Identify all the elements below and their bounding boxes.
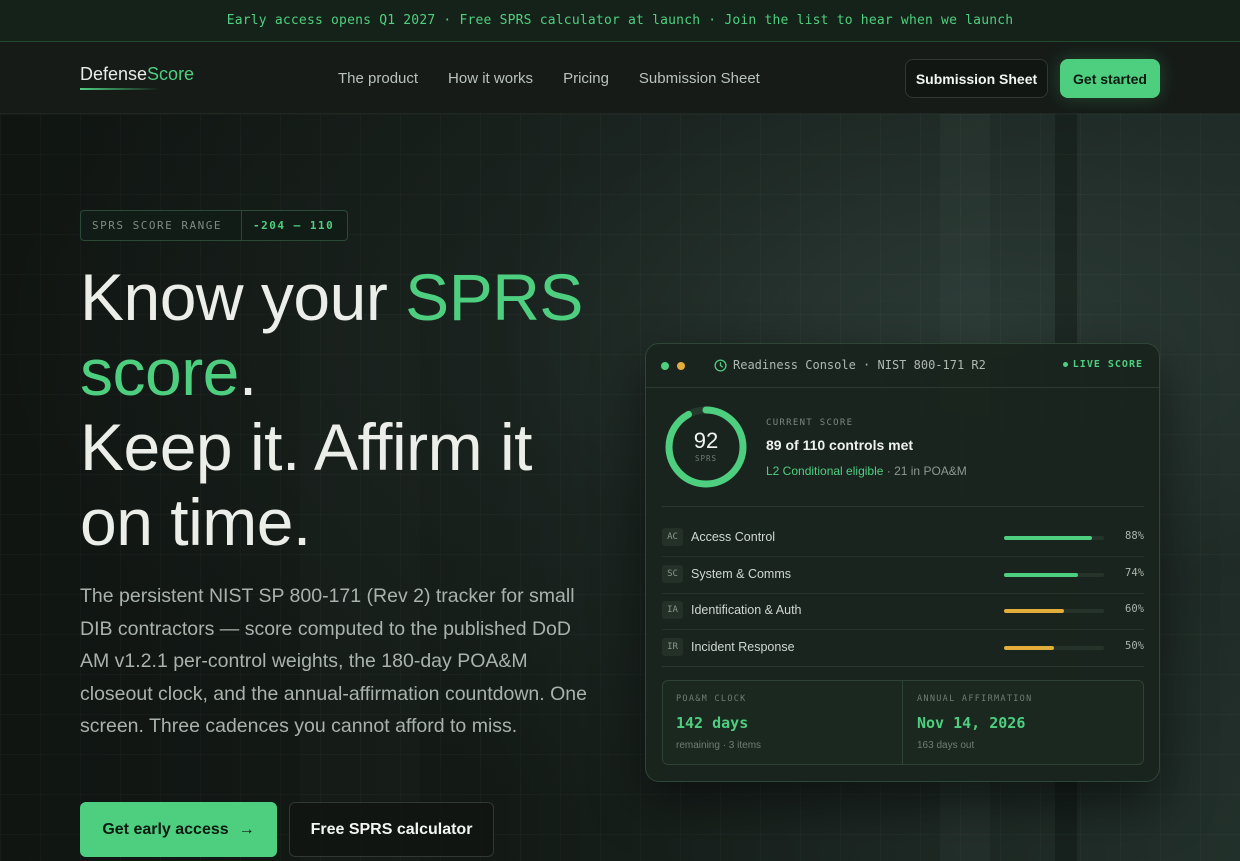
control-percent: 88% [1125,530,1144,542]
score-unit: SPRS [694,454,718,463]
progress-track [1004,646,1104,651]
control-family-tag: AC [662,528,683,546]
headline-highlight: SPRS [405,260,583,334]
annual-affirmation: ANNUAL AFFIRMATION Nov 14, 2026 163 days… [904,681,1144,764]
control-family-tag: SC [662,564,683,583]
get-started-button[interactable]: Get started [1060,59,1160,98]
affirmation-label: ANNUAL AFFIRMATION [917,694,1033,704]
chip-value: -204 – 110 [253,219,335,232]
progress-track [1004,536,1104,540]
divider [662,506,1144,507]
live-score-label: LIVE SCORE [1072,359,1143,370]
control-family-tag: IR [662,638,683,657]
status-dot-green-icon [661,362,669,370]
control-row: IA Identification & Auth 60% [662,593,1144,629]
control-row: AC Access Control 88% [662,520,1144,556]
nav-link-how-it-works[interactable]: How it works [448,70,533,87]
console-title: Readiness Console · NIST 800-171 R2 [714,358,986,372]
current-score-value: 89 of 110 controls met [766,437,914,453]
control-percent: 74% [1125,566,1144,579]
affirmation-sub: 163 days out [917,740,975,751]
control-family-name: Identification & Auth [691,603,802,618]
logo-accent: Score [147,64,195,84]
console-header: Readiness Console · NIST 800-171 R2 LIVE… [646,344,1159,388]
score-ring: 92 SPRS [663,404,749,490]
progress-fill [1004,609,1064,614]
hero-headline: Know your SPRS score. Keep it. Affirm it… [80,260,640,560]
clock-stats: POA&M CLOCK 142 days remaining · 3 items… [662,680,1144,765]
headline-part: . [238,335,257,409]
get-early-access-button[interactable]: Get early access → [80,802,277,857]
progress-fill [1004,536,1092,540]
headline-highlight: score [80,335,239,409]
progress-track [1004,609,1104,614]
score-value: 92 [693,428,719,453]
progress-fill [1004,646,1054,651]
headline-part: on time. [80,485,311,559]
readiness-console: Readiness Console · NIST 800-171 R2 LIVE… [645,343,1160,782]
control-percent: 60% [1125,603,1144,616]
logo-main: Defense [80,64,148,84]
arrow-right-icon: → [238,820,255,838]
nav-link-pricing[interactable]: Pricing [563,70,609,87]
current-score-label: CURRENT SCORE [766,418,854,428]
poam-count: · 21 in POA&M [883,464,967,478]
hero-section: SPRS SCORE RANGE -204 – 110 Know your SP… [0,114,1240,861]
status-dot-amber-icon [677,362,685,370]
hero-subcopy: The persistent NIST SP 800-171 (Rev 2) t… [80,585,587,737]
poam-clock-label: POA&M CLOCK [676,694,747,704]
announcement-bar: Early access opens Q1 2027 · Free SPRS c… [0,0,1240,42]
progress-fill [1004,572,1078,577]
cta-primary-label: Get early access [102,820,229,838]
nav-links: The product How it works Pricing Submiss… [338,70,760,87]
eligibility-line: L2 Conditional eligible · 21 in POA&M [766,464,967,478]
control-row: IR Incident Response 50% [662,630,1144,666]
announcement-text: Early access opens Q1 2027 · Free SPRS c… [226,13,1014,28]
eligibility-status: L2 Conditional eligible [766,464,884,478]
console-title-text: Readiness Console · NIST 800-171 R2 [733,358,986,372]
headline-part: Know your [80,260,406,334]
live-dot-icon [1062,362,1068,367]
chip-label: SPRS SCORE RANGE [81,211,242,240]
free-sprs-calculator-button[interactable]: Free SPRS calculator [289,802,494,857]
poam-clock-sub: remaining · 3 items [676,740,762,751]
poam-clock-value: 142 days [676,714,749,732]
poam-clock: POA&M CLOCK 142 days remaining · 3 items [663,681,903,764]
control-family-tag: IA [662,601,683,620]
nav-link-product[interactable]: The product [338,70,418,87]
divider [662,665,1144,667]
headline-part: Keep it. Affirm it [80,410,532,484]
logo-underline [80,88,160,90]
live-score-badge: LIVE SCORE [1062,359,1143,370]
progress-track [1004,572,1104,577]
nav-link-submission-sheet[interactable]: Submission Sheet [639,70,760,87]
control-percent: 50% [1125,640,1144,653]
logo[interactable]: DefenseScore [80,64,194,85]
control-family-name: System & Comms [691,566,792,581]
score-range-chip: SPRS SCORE RANGE -204 – 110 [80,210,348,241]
control-family-name: Incident Response [691,640,795,655]
affirmation-value: Nov 14, 2026 [917,714,1026,732]
control-family-name: Access Control [691,530,776,544]
top-nav: DefenseScore The product How it works Pr… [0,42,1240,114]
clock-icon [714,358,727,372]
submission-sheet-button[interactable]: Submission Sheet [905,59,1048,98]
control-row: SC System & Comms 74% [662,557,1144,593]
